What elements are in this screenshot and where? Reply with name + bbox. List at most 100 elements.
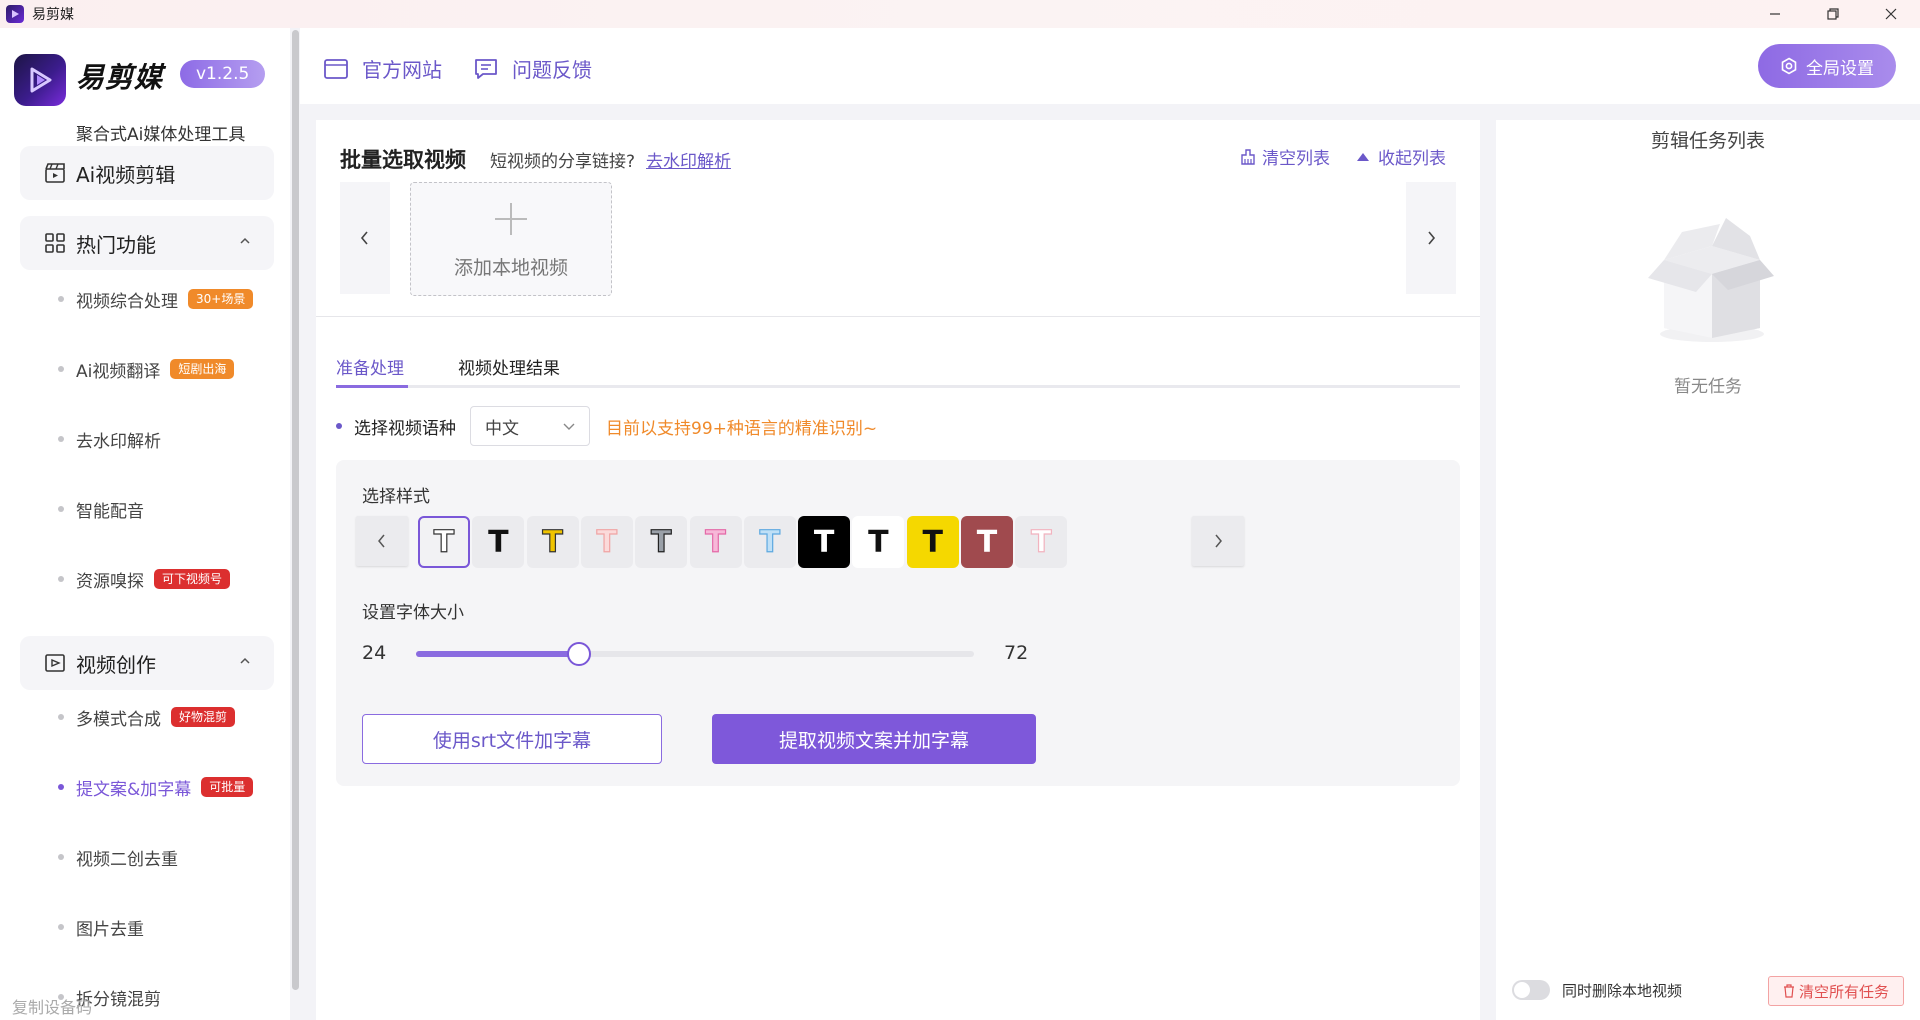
font-size-min: 24	[362, 642, 387, 664]
tab-results[interactable]: 视频处理结果	[458, 354, 560, 379]
browser-icon	[324, 58, 348, 79]
style-prev-button[interactable]	[356, 516, 408, 566]
bullet	[58, 924, 64, 930]
style-chip-glyph: T	[705, 524, 727, 560]
collapse-list-button[interactable]: 收起列表	[1356, 144, 1446, 169]
official-site-link[interactable]: 官方网站	[324, 54, 442, 83]
sidebar-item-dedupe-video[interactable]: 视频二创去重	[58, 842, 178, 872]
nav-label: 视频创作	[76, 652, 156, 677]
badge: 30+场景	[188, 289, 254, 309]
minimize-button[interactable]	[1746, 0, 1804, 28]
sidebar-item-label: 视频二创去重	[76, 849, 178, 870]
restore-button[interactable]	[1804, 0, 1862, 28]
triangle-up-icon	[1357, 152, 1369, 161]
app-icon	[6, 5, 24, 23]
version-badge: v1.2.5	[180, 60, 266, 88]
chevron-up-icon[interactable]	[238, 234, 252, 248]
app-logo	[14, 54, 66, 106]
badge: 短剧出海	[170, 359, 235, 379]
broom-icon	[1241, 148, 1255, 165]
slider-fill	[416, 651, 579, 657]
style-chip-gray-outline[interactable]: T	[635, 516, 688, 568]
copy-device-code-link[interactable]: 复制设备码	[12, 994, 92, 1018]
sidebar-item-label: 多模式合成	[76, 709, 161, 730]
use-srt-button[interactable]: 使用srt文件加字幕	[362, 714, 662, 764]
style-chip-glyph: T	[542, 524, 564, 560]
bullet	[336, 423, 342, 429]
sidebar-item-multimode[interactable]: 多模式合成 好物混剪	[58, 702, 236, 732]
style-chip-glyph: T	[650, 524, 672, 560]
carousel-next-button[interactable]	[1406, 182, 1456, 294]
carousel-prev-button[interactable]	[340, 182, 390, 294]
sidebar-item-watermark[interactable]: 去水印解析	[58, 424, 161, 454]
nav-group-hot[interactable]: 热门功能	[20, 216, 274, 270]
style-chip-outline-white[interactable]: T	[418, 516, 470, 568]
global-settings-button[interactable]: 全局设置	[1758, 44, 1896, 88]
clear-all-tasks-button[interactable]: 清空所有任务	[1768, 976, 1904, 1006]
font-size-slider[interactable]	[416, 642, 974, 666]
badge: 可批量	[201, 777, 254, 797]
nav-group-create[interactable]: 视频创作	[20, 636, 274, 690]
style-chip-glyph: T	[868, 524, 889, 560]
add-local-video-label: 添加本地视频	[453, 257, 568, 279]
language-support-note: 目前以支持99+种语言的精准识别~	[606, 418, 878, 439]
slider-thumb[interactable]	[566, 642, 591, 666]
chevron-right-icon	[1428, 231, 1436, 245]
section-divider	[316, 316, 1480, 317]
delete-local-toggle[interactable]	[1512, 980, 1550, 1000]
sidebar-item-dubbing[interactable]: 智能配音	[58, 494, 144, 524]
clear-list-label: 清空列表	[1262, 149, 1330, 169]
sidebar-item-label: 资源嗅探	[76, 571, 144, 592]
sidebar-item-label: Ai视频翻译	[76, 361, 161, 382]
language-selected-value: 中文	[485, 418, 519, 439]
delete-local-label: 同时删除本地视频	[1562, 982, 1683, 1000]
style-chip-glyph: T	[488, 524, 509, 560]
badge: 好物混剪	[171, 707, 236, 727]
language-label: 选择视频语种	[354, 418, 456, 439]
style-chip-pink-faint[interactable]: T	[1015, 516, 1068, 568]
font-size-label: 设置字体大小	[362, 603, 464, 623]
clear-list-button[interactable]: 清空列表	[1240, 144, 1330, 169]
feedback-link[interactable]: 问题反馈	[474, 54, 592, 83]
style-chip-yellow-bg[interactable]: T	[906, 516, 959, 568]
add-local-video-button[interactable]: 添加本地视频	[410, 182, 612, 296]
sidebar-item-dedupe-image[interactable]: 图片去重	[58, 912, 144, 942]
task-list-title: 剪辑任务列表	[1650, 130, 1765, 152]
sidebar-item-label: 去水印解析	[76, 431, 161, 452]
language-select[interactable]: 中文	[470, 406, 590, 446]
sidebar-item-ai-translate[interactable]: Ai视频翻译 短剧出海	[58, 354, 235, 384]
close-button[interactable]	[1862, 0, 1920, 28]
style-chip-glyph: T	[813, 524, 835, 560]
chat-icon	[475, 58, 497, 79]
chevron-left-icon	[360, 231, 368, 245]
extract-subtitles-button[interactable]: 提取视频文案并加字幕	[712, 714, 1036, 764]
settings-icon	[1781, 57, 1797, 75]
official-site-label: 官方网站	[362, 58, 442, 82]
sidebar-scrollbar[interactable]	[292, 30, 299, 990]
sidebar-item-subtitles[interactable]: 提文案&加字幕 可批量	[58, 772, 254, 802]
bullet	[58, 576, 64, 582]
style-chip-plain-black[interactable]: T	[472, 516, 525, 568]
style-chip-pink-light[interactable]: T	[580, 516, 633, 568]
plus-icon	[495, 203, 527, 235]
style-next-button[interactable]	[1192, 516, 1244, 566]
style-settings-box: 选择样式 TTTTTTTTTTTT 设置字体大小 24 72 使用srt文件加字…	[336, 460, 1460, 786]
watermark-parse-link[interactable]: 去水印解析	[646, 147, 731, 172]
style-chip-yellow-outline[interactable]: T	[526, 516, 579, 568]
style-chip-glyph: T	[759, 524, 781, 560]
collapse-list-label: 收起列表	[1378, 149, 1446, 169]
language-row: 选择视频语种 中文 目前以支持99+种语言的精准识别~	[336, 406, 877, 446]
style-chip-black-bg[interactable]: T	[798, 516, 851, 568]
sidebar-item-video-process[interactable]: 视频综合处理 30+场景	[58, 284, 254, 314]
style-chip-white-bg[interactable]: T	[852, 516, 905, 568]
style-chip-pink[interactable]: T	[689, 516, 742, 568]
sidebar-item-sniff[interactable]: 资源嗅探 可下视频号	[58, 564, 231, 594]
bullet	[58, 506, 64, 512]
chevron-up-icon[interactable]	[238, 654, 252, 668]
tab-prepare[interactable]: 准备处理	[336, 354, 404, 379]
style-chip-maroon-bg[interactable]: T	[961, 516, 1013, 568]
nav-ai-video-edit[interactable]: Ai视频剪辑	[20, 146, 274, 200]
nav-label: 热门功能	[76, 232, 156, 257]
style-chip-glyph: T	[433, 524, 455, 560]
style-chip-light-blue[interactable]: T	[743, 516, 796, 568]
